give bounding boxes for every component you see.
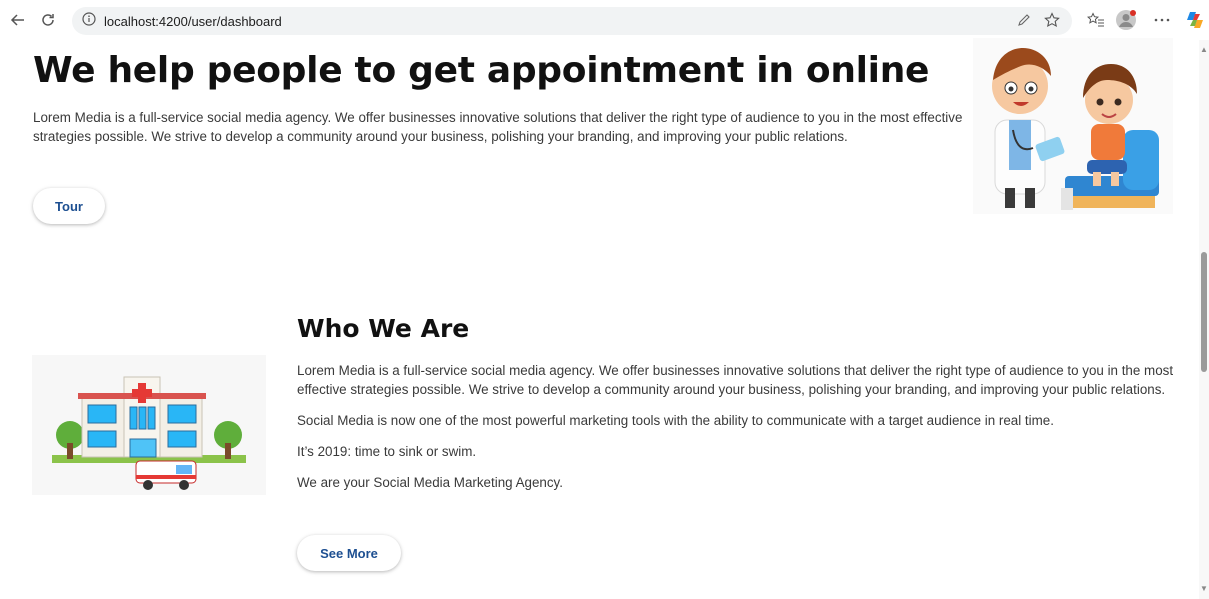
hero-description: Lorem Media is a full-service social med… (33, 110, 963, 144)
who-paragraph: It’s 2019: time to sink or swim. (297, 444, 477, 459)
see-more-button[interactable]: See More (297, 535, 401, 571)
doctor-with-child-illustration (973, 38, 1173, 214)
favorites-list-icon[interactable] (1084, 8, 1108, 32)
more-icon[interactable] (1150, 8, 1174, 32)
hero-title: We help people to get appointment in onl… (33, 50, 930, 91)
who-we-are-title: Who We Are (297, 314, 470, 343)
read-aloud-icon[interactable] (1012, 8, 1036, 32)
profile-icon[interactable] (1114, 8, 1138, 32)
page-scrollbar[interactable]: ▲ ▼ (1199, 40, 1209, 599)
scroll-down-icon[interactable]: ▼ (1200, 585, 1208, 593)
favorite-star-icon[interactable] (1040, 8, 1064, 32)
browser-toolbar: localhost:4200/user/dashboard (0, 0, 1209, 40)
url-text: localhost:4200/user/dashboard (104, 13, 282, 29)
address-bar[interactable]: localhost:4200/user/dashboard (72, 7, 1072, 35)
reload-icon[interactable] (36, 8, 60, 32)
info-icon[interactable] (82, 11, 96, 31)
tour-button[interactable]: Tour (33, 188, 105, 224)
hospital-building-illustration (32, 355, 266, 495)
who-paragraph: Lorem Media is a full-service social med… (297, 363, 1174, 397)
copilot-icon[interactable] (1183, 8, 1207, 32)
scroll-up-icon[interactable]: ▲ (1200, 46, 1208, 54)
who-we-are-body: Lorem Media is a full-service social med… (297, 361, 1177, 504)
who-paragraph: Social Media is now one of the most powe… (297, 413, 1054, 428)
scroll-thumb[interactable] (1201, 252, 1207, 372)
who-paragraph: We are your Social Media Marketing Agenc… (297, 475, 563, 490)
back-icon[interactable] (6, 8, 30, 32)
